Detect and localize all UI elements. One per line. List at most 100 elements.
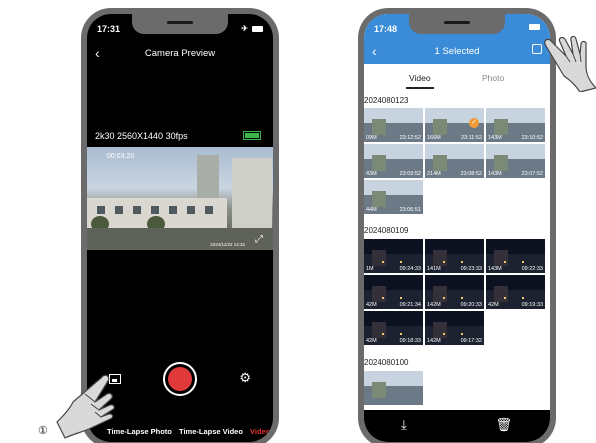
- video-thumbnail[interactable]: 143M 09:22:33: [486, 239, 545, 273]
- file-size: 142M: [427, 338, 441, 344]
- video-thumbnail[interactable]: 143M 23:10:52: [486, 108, 545, 142]
- tab-video[interactable]: Video: [409, 73, 431, 83]
- clip-time: 09:18:33: [399, 338, 421, 344]
- file-size: 42M: [488, 302, 499, 308]
- clip-time: 23:08:52: [460, 171, 482, 177]
- video-thumbnail[interactable]: 42M 09:18:33: [364, 311, 423, 345]
- fullscreen-icon[interactable]: ⤢: [255, 234, 267, 246]
- video-thumbnail[interactable]: [364, 371, 423, 405]
- file-size: 141M: [427, 266, 441, 272]
- video-thumbnail[interactable]: 141M 09:23:33: [425, 239, 484, 273]
- clip-time: 09:20:33: [460, 302, 482, 308]
- date-header: 2024080123: [364, 96, 409, 105]
- date-header: 2024080109: [364, 226, 409, 235]
- mode-time-lapse-video[interactable]: Time-Lapse Video: [179, 427, 243, 436]
- thumbnail-caption: 1M 09:24:33: [364, 265, 423, 273]
- airplane-icon: ✈: [241, 24, 248, 33]
- pointing-hand-icon: [56, 374, 115, 439]
- video-thumbnail[interactable]: 1M 09:24:33: [364, 239, 423, 273]
- action-bar: ⤓ 🗑: [364, 410, 550, 442]
- video-thumbnail[interactable]: 142M 09:17:32: [425, 311, 484, 345]
- video-timestamp: 2024/11/22 14:32: [210, 242, 245, 247]
- active-tab-indicator: [406, 87, 434, 89]
- clip-time: 09:24:33: [399, 266, 421, 272]
- clip-time: 23:12:52: [399, 135, 421, 141]
- clip-time: 09:21:34: [399, 302, 421, 308]
- battery-icon: [529, 24, 540, 30]
- clip-time: 23:06:51: [399, 207, 421, 213]
- thumbnail-caption: 143M 09:22:33: [486, 265, 545, 273]
- video-thumbnail[interactable]: 214M 23:08:52: [425, 144, 484, 178]
- clip-time: 23:10:52: [521, 135, 543, 141]
- selection-count: 1 Selected: [434, 46, 480, 57]
- selected-check-icon: ✓: [469, 118, 479, 128]
- clip-time: 23:11:52: [460, 135, 482, 141]
- file-size: 143M: [488, 266, 502, 272]
- gear-icon[interactable]: ⚙: [239, 370, 251, 386]
- thumbnail-caption: 42M 09:21:34: [364, 301, 423, 309]
- thumbnail-caption: 42M 09:18:33: [364, 337, 423, 345]
- file-size: 42M: [366, 338, 377, 344]
- phone-notch: [409, 14, 505, 34]
- date-header: 2024080100: [364, 358, 409, 367]
- video-thumbnail[interactable]: 44M 23:06:51: [364, 180, 423, 214]
- file-size: 214M: [427, 171, 441, 177]
- elapsed-time: 00:03:20: [107, 153, 135, 160]
- thumbnail-caption: [364, 397, 423, 405]
- thumbnail-caption: 166M 23:11:52: [425, 134, 484, 142]
- thumbnail-caption: 42M 09:19:33: [486, 301, 545, 309]
- thumbnail-grid: 1M 09:24:33 141M 09:23:33 143M 09:22:33 42M 09:…: [364, 239, 550, 345]
- status-time: 17:31: [97, 24, 121, 34]
- thumbnail-caption: 43M 23:09:52: [364, 170, 423, 178]
- tab-photo[interactable]: Photo: [482, 73, 504, 83]
- live-preview[interactable]: 00:03:20 2024/11/22 14:32 ⤢: [87, 147, 273, 250]
- file-size: 43M: [366, 171, 377, 177]
- trash-icon[interactable]: 🗑: [495, 417, 512, 433]
- thumbnail-caption: 143M 23:10:52: [486, 134, 545, 142]
- thumbnail-caption: 141M 09:23:33: [425, 265, 484, 273]
- file-size: 1M: [366, 266, 374, 272]
- record-button[interactable]: [163, 362, 197, 396]
- nav-bar: ‹ Camera Preview: [87, 46, 273, 62]
- clip-time: 23:07:52: [521, 171, 543, 177]
- gallery-screen: 17:48 ‹ 1 Selected Video Photo 202408012…: [364, 14, 550, 442]
- step-marker: ①: [38, 425, 48, 437]
- file-size: 44M: [366, 207, 377, 213]
- thumbnail-caption: 142M 09:17:32: [425, 337, 484, 345]
- thumbnail-caption: 44M 23:06:51: [364, 206, 423, 214]
- video-thumbnail[interactable]: 09M 23:12:52: [364, 108, 423, 142]
- thumbnail-grid: 09M 23:12:52 166M 23:11:52 ✓ 143M 23:10:52 43M 2…: [364, 108, 550, 214]
- file-size: 143M: [488, 171, 502, 177]
- pointing-hand-icon: [544, 35, 596, 92]
- thumbnail-caption: 142M 09:20:33: [425, 301, 484, 309]
- phone-notch: [132, 14, 228, 34]
- thumbnail-caption: 09M 23:12:52: [364, 134, 423, 142]
- thumbnail-caption: 214M 23:08:52: [425, 170, 484, 178]
- file-size: 166M: [427, 135, 441, 141]
- video-thumbnail[interactable]: 42M 09:19:33: [486, 275, 545, 309]
- page-title: Camera Preview: [144, 48, 216, 59]
- video-thumbnail[interactable]: 143M 23:07:52: [486, 144, 545, 178]
- status-time: 17:48: [374, 24, 398, 34]
- file-size: 09M: [366, 135, 377, 141]
- thumbnail-grid: [364, 371, 550, 405]
- clip-time: 09:23:33: [460, 266, 482, 272]
- resolution-label: 2k30 2560X1440 30fps: [95, 131, 188, 141]
- file-size: 42M: [366, 302, 377, 308]
- video-thumbnail[interactable]: 142M 09:20:33: [425, 275, 484, 309]
- download-icon[interactable]: ⤓: [401, 417, 407, 433]
- file-size: 143M: [488, 135, 502, 141]
- video-thumbnail[interactable]: 42M 09:21:34: [364, 275, 423, 309]
- nav-bar: ‹ 1 Selected: [364, 44, 550, 60]
- gallery-header: 17:48 ‹ 1 Selected: [364, 14, 550, 64]
- phone-gallery: 17:48 ‹ 1 Selected Video Photo 202408012…: [358, 8, 556, 443]
- mode-video[interactable]: Video: [250, 427, 270, 436]
- file-size: 142M: [427, 302, 441, 308]
- clip-time: 23:09:52: [399, 171, 421, 177]
- clip-time: 09:19:33: [521, 302, 543, 308]
- clip-time: 09:17:32: [460, 338, 482, 344]
- video-thumbnail[interactable]: 43M 23:09:52: [364, 144, 423, 178]
- thumbnail-caption: 143M 23:07:52: [486, 170, 545, 178]
- video-thumbnail[interactable]: 166M 23:11:52 ✓: [425, 108, 484, 142]
- camera-battery-icon: [243, 131, 261, 140]
